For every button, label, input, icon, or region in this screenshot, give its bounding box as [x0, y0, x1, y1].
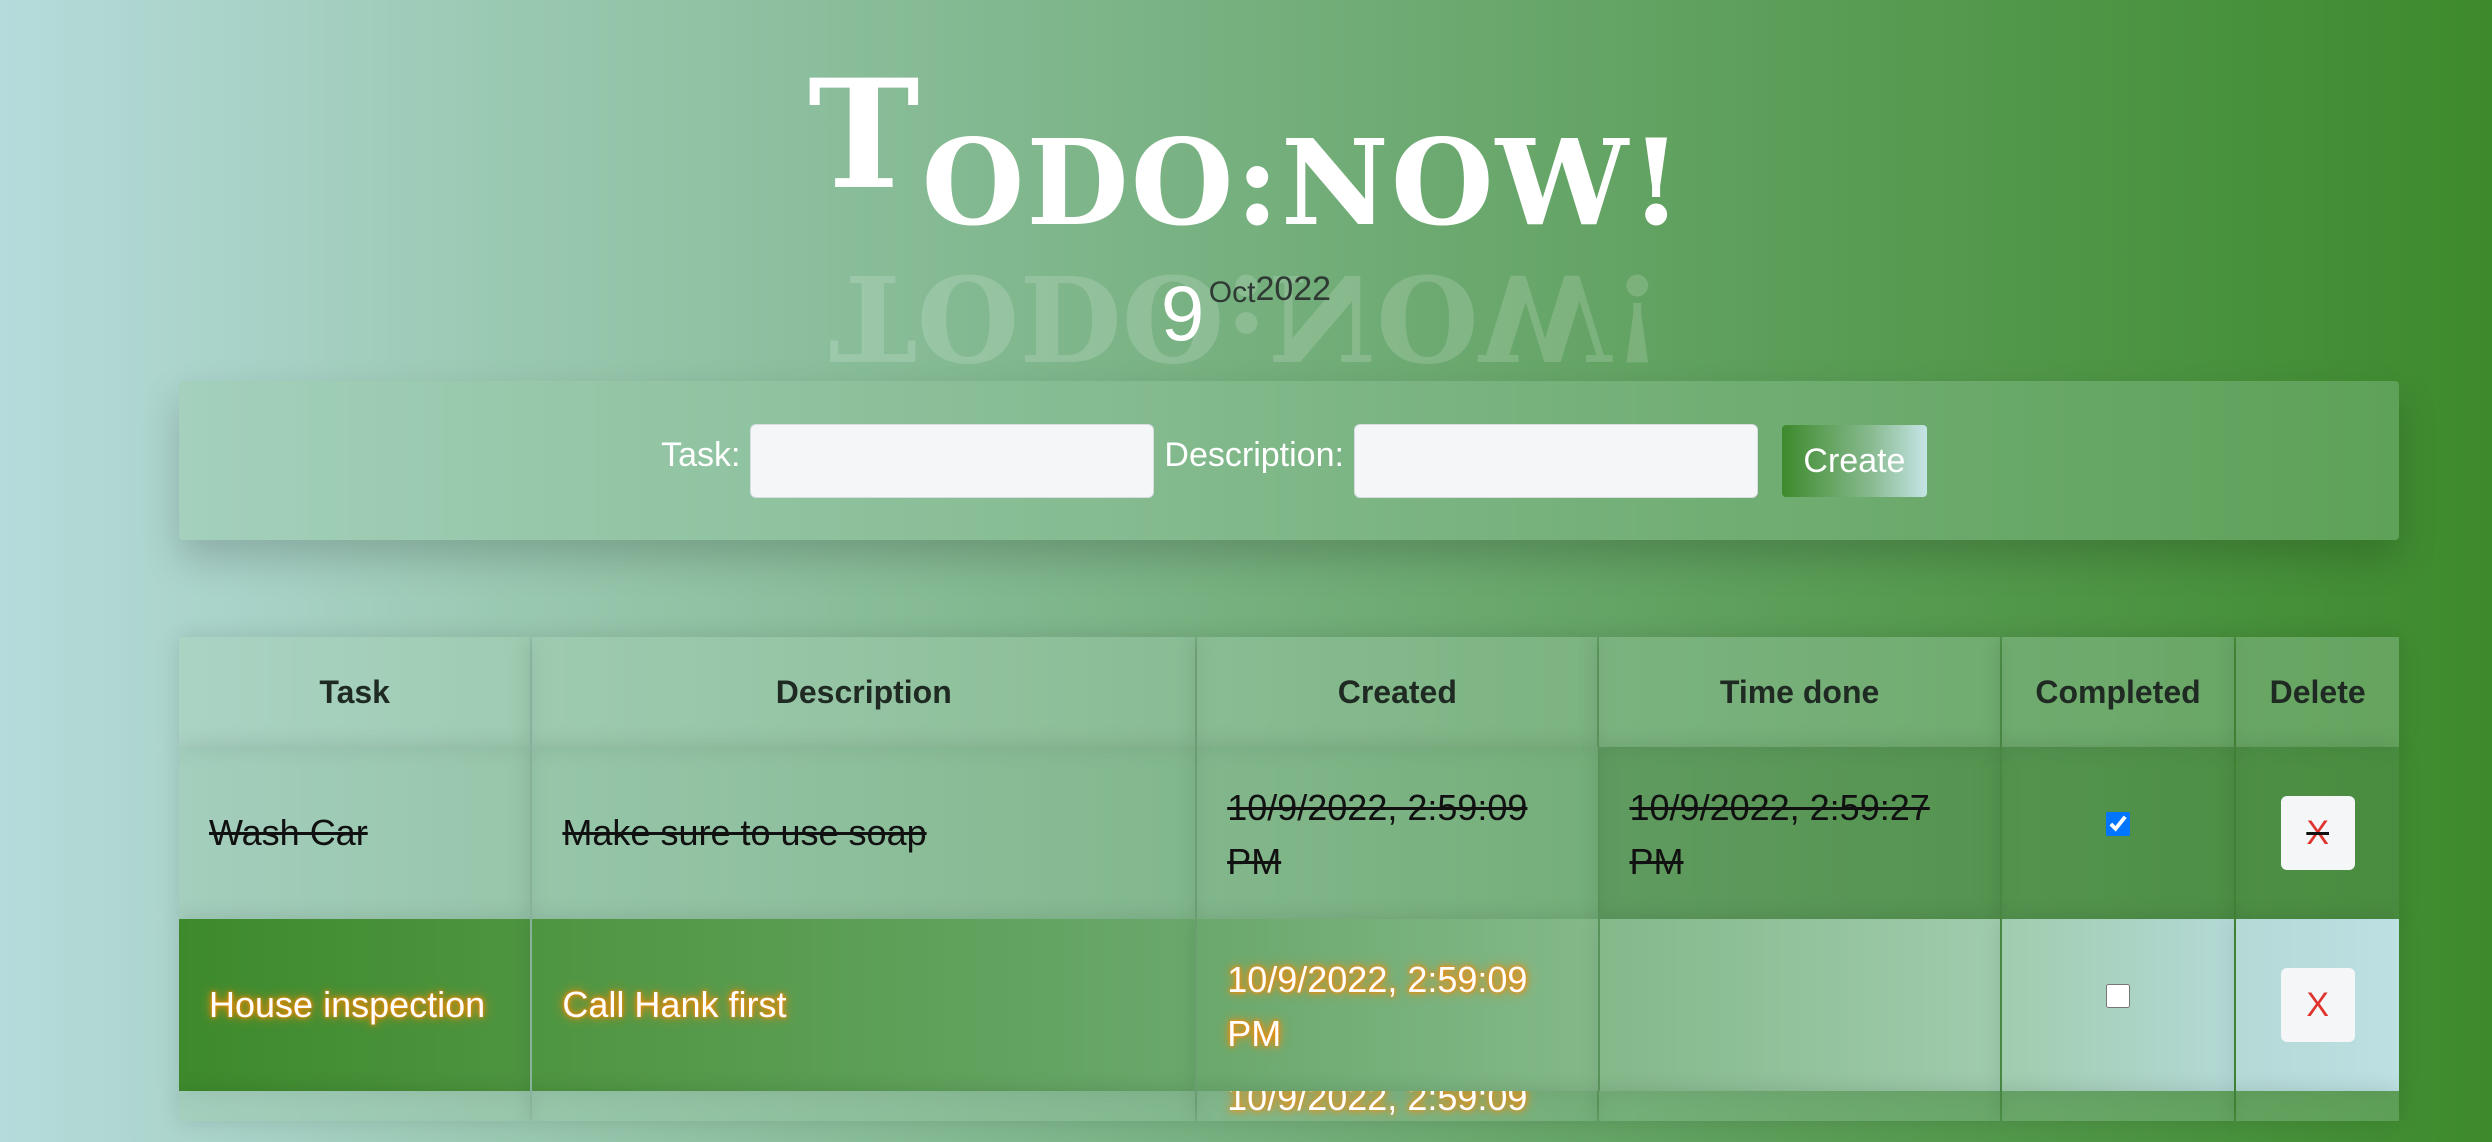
task-label: Task: — [661, 435, 741, 474]
description-label: Description: — [1164, 435, 1344, 474]
delete-button[interactable]: X — [2280, 968, 2355, 1042]
app-title: TODO:NOW! — [0, 60, 2492, 268]
row-completed-cell — [2001, 919, 2235, 1091]
app-title-first-letter: T — [807, 47, 922, 223]
current-date: 9 Oct2022 — [0, 268, 2492, 359]
date-year: 2022 — [1255, 270, 1332, 308]
row-created: 10/9/2022, 2:59:09 — [1197, 1091, 1598, 1121]
date-day: 9 — [1160, 269, 1205, 357]
todo-table: Task Description Created Time done Compl… — [179, 637, 2400, 1121]
row-time-done — [1599, 919, 2000, 1091]
task-input[interactable] — [750, 424, 1155, 498]
row-task — [179, 1091, 531, 1121]
row-completed-cell — [2001, 747, 2235, 919]
row-task: Wash Car — [179, 747, 531, 919]
app-title-rest: ODO:NOW! — [921, 113, 1685, 252]
new-task-form: Task: Description: Create — [179, 381, 2399, 540]
row-time-done: 10/9/2022, 2:59:27 PM — [1599, 747, 2000, 919]
description-input[interactable] — [1353, 424, 1758, 498]
completed-checkbox[interactable] — [2106, 984, 2131, 1008]
row-task: House inspection — [179, 919, 531, 1091]
row-delete-cell: X — [2236, 747, 2400, 919]
header-created: Created — [1197, 637, 1598, 747]
row-delete-cell — [2236, 1091, 2399, 1121]
row-completed-cell — [2001, 1091, 2235, 1121]
completed-checkbox[interactable] — [2106, 812, 2131, 836]
row-created: 10/9/2022, 2:59:09 PM — [1197, 747, 1598, 919]
row-created-partial: 10/9/2022, 2:59:09 — [1227, 1091, 1528, 1118]
header-task: Task — [179, 637, 531, 747]
row-delete-cell: X — [2236, 919, 2400, 1091]
table-row: Wash Car Make sure to use soap 10/9/2022… — [179, 747, 2400, 919]
row-description: Make sure to use soap — [532, 747, 1196, 919]
row-time-done — [1599, 1091, 2000, 1121]
table-header-row: Task Description Created Time done Compl… — [179, 637, 2399, 747]
header-completed: Completed — [2001, 637, 2235, 747]
header-time-done: Time done — [1599, 637, 2000, 747]
table-row: 10/9/2022, 2:59:09 — [179, 1091, 2399, 1121]
row-description: Call Hank first — [532, 919, 1196, 1091]
date-month: Oct — [1208, 276, 1256, 309]
header-delete: Delete — [2236, 637, 2399, 747]
delete-button[interactable]: X — [2280, 796, 2355, 870]
row-created: 10/9/2022, 2:59:09 PM — [1197, 919, 1598, 1091]
header-description: Description — [532, 637, 1196, 747]
row-description — [532, 1091, 1196, 1121]
table-row: House inspection Call Hank first 10/9/20… — [179, 919, 2400, 1091]
create-button[interactable]: Create — [1781, 425, 1927, 497]
